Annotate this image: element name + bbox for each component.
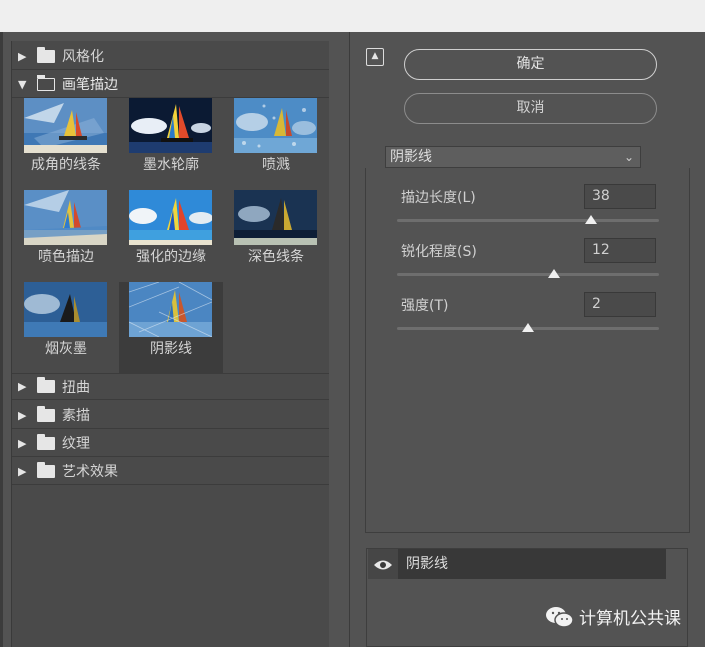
top-bar [0,0,705,32]
stroke-length-label: 描边长度(L) [401,190,476,206]
sharpness-label: 锐化程度(S) [401,244,477,260]
thumbnail-image [24,282,107,337]
filter-label: 成角的线条 [31,157,101,173]
watermark: 计算机公共课 [545,604,681,629]
category-label: 素描 [62,408,90,424]
filter-sumi-e[interactable]: 烟灰墨 [14,282,118,374]
filter-label: 烟灰墨 [45,341,87,357]
sharpness-slider[interactable] [397,273,659,276]
collapsed-arrow-icon: ▶ [18,49,27,63]
filter-spatter[interactable]: 喷溅 [224,98,328,190]
category-label: 艺术效果 [62,464,118,480]
filter-label: 喷溅 [262,157,290,173]
thumbnail-image [129,282,212,337]
filter-label: 墨水轮廓 [143,157,199,173]
folder-icon [37,461,55,478]
filter-accented-edges[interactable]: 强化的边缘 [119,190,223,282]
folder-icon [37,46,55,63]
expanded-arrow-icon: ▼ [18,77,27,91]
stroke-length-slider-thumb[interactable] [584,215,597,224]
divider [349,32,350,647]
filter-select[interactable]: 阴影线 ⌄ [385,146,641,168]
effect-layer-name[interactable]: 阴影线 [398,549,666,579]
chevron-down-icon: ⌄ [623,150,634,164]
filter-sprayed-strokes[interactable]: 喷色描边 [14,190,118,282]
collapsed-arrow-icon: ▶ [18,464,27,478]
filter-ink-outlines[interactable]: 墨水轮廓 [119,98,223,190]
thumbnail-image [234,98,317,153]
open-folder-icon [37,74,55,91]
ok-button[interactable]: 确定 [404,49,657,80]
strength-input[interactable]: 2 [584,292,656,317]
folder-icon [37,433,55,450]
category-label: 纹理 [62,436,90,452]
filter-settings-panel [365,168,690,533]
filter-tree: ▶ 风格化 ▼ 画笔描边 成角的线条 墨水轮廓 喷溅 喷色描边 强化的边缘 深色… [11,41,331,647]
filter-label: 阴影线 [150,341,192,357]
filter-select-value: 阴影线 [390,149,432,165]
stroke-length-input[interactable]: 38 [584,184,656,209]
category-label: 画笔描边 [62,77,118,93]
thumbnail-image [24,190,107,245]
category-sketch[interactable]: ▶ 素描 [12,402,329,429]
thumbnail-image [24,98,107,153]
thumbnail-image [234,190,317,245]
category-stylize[interactable]: ▶ 风格化 [12,43,329,70]
collapsed-arrow-icon: ▶ [18,380,27,393]
folder-icon [37,405,55,422]
category-label: 风格化 [62,49,104,65]
filter-crosshatch[interactable]: 阴影线 [119,282,223,374]
filter-thumbnails: 成角的线条 墨水轮廓 喷溅 喷色描边 强化的边缘 深色线条 烟灰墨 阴影线 [12,98,329,375]
watermark-text: 计算机公共课 [579,609,681,629]
cancel-button[interactable]: 取消 [404,93,657,124]
sharpness-input[interactable]: 12 [584,238,656,263]
category-brush-strokes[interactable]: ▼ 画笔描边 [12,71,329,98]
category-label: 扭曲 [62,379,90,396]
category-artistic[interactable]: ▶ 艺术效果 [12,458,329,485]
thumbnail-image [129,98,212,153]
filter-angled-strokes[interactable]: 成角的线条 [14,98,118,190]
eye-icon[interactable] [373,557,393,571]
filter-label: 强化的边缘 [136,249,206,265]
strength-label: 强度(T) [401,298,449,314]
filter-dark-strokes[interactable]: 深色线条 [224,190,328,282]
left-edge [0,32,3,647]
collapsed-arrow-icon: ▶ [18,408,27,422]
category-texture[interactable]: ▶ 纹理 [12,430,329,457]
strength-slider-thumb[interactable] [522,323,534,332]
stroke-length-slider[interactable] [397,219,659,222]
collapsed-arrow-icon: ▶ [18,436,27,450]
filter-label: 深色线条 [248,249,304,265]
tree-gutter [329,32,349,647]
filter-label: 喷色描边 [38,249,94,265]
category-distort[interactable]: ▶ 扭曲 [12,373,329,400]
folder-icon [37,377,55,393]
sharpness-slider-thumb[interactable] [548,269,561,278]
wechat-icon [545,605,575,629]
thumbnail-image [129,190,212,245]
collapse-panel-icon[interactable]: ▲ [366,48,384,66]
